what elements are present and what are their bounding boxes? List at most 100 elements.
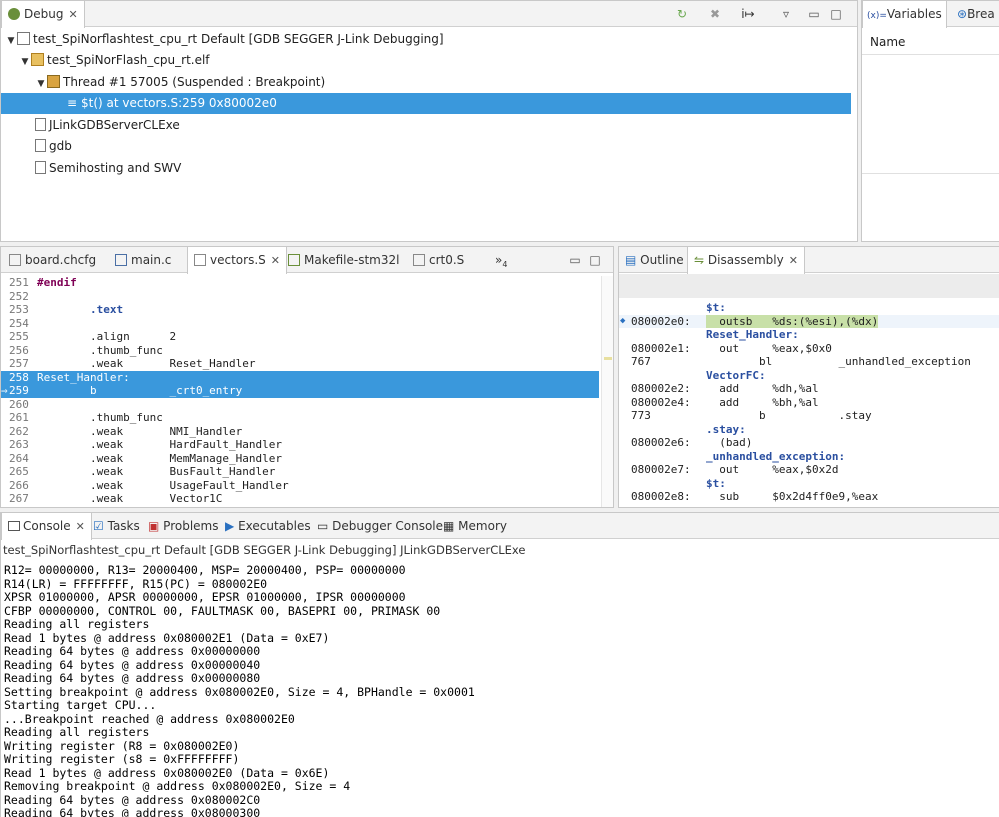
disassembly-icon: ⇋	[694, 253, 705, 267]
console-line: Starting target CPU...	[4, 698, 157, 712]
code-line: 267 .weak Vector1C	[9, 492, 223, 505]
breakpoints-icon: ⊛	[957, 7, 968, 21]
console-line: Reading 64 bytes @ address 0x00000000	[4, 644, 261, 658]
file-icon	[9, 254, 21, 266]
disassembly-content[interactable]: $t: ◆ 080002e0: outsb %ds:(%esi),(%dx) Re…	[619, 301, 999, 507]
disasm-line: .stay:	[706, 422, 746, 436]
code-line: 260	[9, 397, 29, 411]
console-text: R12= 00000000, R13= 20000400, MSP= 20000…	[4, 563, 475, 817]
tab-label: Disassembly	[707, 253, 784, 267]
disasm-line: 080002e8: sub $0x2d4ff0e9,%eax	[631, 490, 879, 503]
memory-icon: ▦	[443, 519, 455, 533]
tab-label: Console	[23, 519, 71, 533]
disconnect-icon[interactable]: ✖	[706, 5, 724, 23]
view-menu-icon[interactable]: ▿	[777, 5, 795, 23]
tab-label: Memory	[458, 519, 507, 533]
tab-crt0-s[interactable]: crt0.S	[407, 247, 470, 273]
tab-problems[interactable]: ▣ Problems	[142, 513, 224, 539]
tasks-icon: ☑	[93, 519, 104, 533]
tree-item-label: test_SpiNorFlash_cpu_rt.elf	[47, 53, 210, 67]
instruction-stepping-icon[interactable]: i↦	[739, 5, 757, 23]
process-icon	[35, 139, 46, 152]
variables-divider	[862, 173, 999, 174]
console-line: Reading 64 bytes @ address 0x080002C0	[4, 792, 261, 807]
chevron-down-icon[interactable]: ▼	[5, 31, 17, 52]
tree-item-semihosting[interactable]: Semihosting and SWV	[1, 158, 855, 179]
tab-debugger-console[interactable]: ▭ Debugger Console	[311, 513, 449, 539]
disassembly-view: ▤ Outline ⇋ Disassembly ✕ $t: ◆ 080002e0: …	[618, 246, 999, 508]
tree-item-label: gdb	[49, 139, 72, 153]
tab-label: main.c	[131, 253, 172, 267]
close-icon[interactable]: ✕	[76, 514, 85, 540]
overview-ruler[interactable]	[601, 276, 613, 507]
console-line: Writing register (R8 = 0x080002E0)	[4, 738, 240, 753]
problems-icon: ▣	[148, 519, 160, 533]
code-area[interactable]: 251 #endif 252 253 .text 254 255 .align 2…	[1, 276, 599, 507]
console-line: Read 1 bytes @ address 0x080002E1 (Data …	[4, 630, 330, 645]
tab-tasks[interactable]: ☑ Tasks	[87, 513, 146, 539]
c-app-icon	[17, 32, 30, 45]
console-line: ...Breakpoint reached @ address 0x080002…	[4, 711, 295, 726]
tab-label: board.chcfg	[25, 253, 97, 267]
executables-icon: ▶	[225, 519, 235, 533]
minimize-icon[interactable]: ▭	[566, 251, 584, 269]
ruler-marker[interactable]	[604, 357, 612, 360]
tab-main-c[interactable]: main.c	[109, 247, 177, 273]
minimize-icon[interactable]: ▭	[805, 5, 823, 23]
column-name-label: Name	[870, 35, 906, 49]
tree-item-elf[interactable]: ▼ test_SpiNorFlash_cpu_rt.elf	[1, 50, 855, 71]
code-line: 254	[9, 316, 29, 330]
variables-icon: (x)=	[867, 11, 887, 21]
tree-item-launch[interactable]: ▼ test_SpiNorflashtest_cpu_rt Default [GD…	[1, 29, 855, 50]
c-file-icon	[115, 254, 127, 266]
tree-item-gdb[interactable]: gdb	[1, 136, 855, 157]
console-line: XPSR 01000000, APSR 00000000, EPSR 01000…	[4, 590, 406, 604]
asm-file-icon	[413, 254, 425, 266]
tree-item-jlink[interactable]: JLinkGDBServerCLExe	[1, 115, 855, 136]
editor-area: board.chcfg main.c vectors.S ✕ Makefile-s…	[0, 246, 614, 508]
tree-item-thread[interactable]: ▼ Thread #1 57005 (Suspended : Breakpoint…	[1, 72, 855, 93]
close-icon[interactable]: ✕	[271, 248, 280, 274]
tab-vectors-s[interactable]: vectors.S ✕	[187, 247, 287, 274]
console-line: Reading 64 bytes @ address 0x00000040	[4, 657, 261, 672]
overflow-count: 4	[502, 260, 508, 269]
close-icon[interactable]: ✕	[68, 2, 77, 28]
instruction-pointer-icon: ◆	[620, 315, 626, 326]
console-view: Console ✕ ☑ Tasks ▣ Problems ▶ Executable…	[0, 512, 999, 817]
tab-label: Outline	[640, 253, 684, 267]
maximize-icon[interactable]: □	[586, 251, 604, 269]
console-output[interactable]: R12= 00000000, R13= 20000400, MSP= 20000…	[1, 558, 999, 817]
code-line: 265 .weak BusFault_Handler	[9, 465, 276, 478]
tree-item-label: test_SpiNorflashtest_cpu_rt Default [GDB…	[33, 32, 444, 46]
console-line: Reading 64 bytes @ address 0x00000080	[4, 671, 261, 685]
tab-memory[interactable]: ▦ Memory	[437, 513, 513, 539]
tab-disassembly[interactable]: ⇋ Disassembly ✕	[687, 247, 805, 274]
tab-console[interactable]: Console ✕	[1, 513, 92, 540]
console-title: test_SpiNorflashtest_cpu_rt Default [GDB…	[3, 543, 526, 557]
tab-board-chcfg[interactable]: board.chcfg	[3, 247, 102, 273]
code-line: 251 #endif	[9, 276, 77, 289]
tab-breakpoints[interactable]: ⊛Brea	[954, 1, 998, 27]
step-return-icon[interactable]: ↻	[673, 5, 691, 23]
tree-item-stack-frame[interactable]: ≡ $t() at vectors.S:259 0x80002e0	[1, 93, 851, 114]
code-line-current: ⇒ 259 b _crt0_entry	[1, 384, 599, 398]
tab-makefile[interactable]: Makefile-stm32l	[282, 247, 405, 273]
maximize-icon[interactable]: □	[827, 5, 845, 23]
tab-debug[interactable]: Debug ✕	[1, 1, 85, 28]
makefile-icon	[288, 254, 300, 266]
debug-tabbar: Debug ✕ ↻ ✖ i↦ ▿ ▭ □	[1, 1, 857, 28]
asm-file-icon	[194, 254, 206, 266]
code-line: 257 .weak Reset_Handler	[9, 357, 256, 370]
tab-outline[interactable]: ▤ Outline	[619, 247, 690, 273]
process-icon	[31, 53, 44, 66]
tab-variables[interactable]: (x)=Variables	[862, 1, 947, 28]
close-icon[interactable]: ✕	[789, 248, 798, 274]
tab-overflow[interactable]: »4	[489, 247, 513, 273]
chevron-down-icon[interactable]: ▼	[35, 74, 47, 95]
chevron-down-icon[interactable]: ▼	[19, 52, 31, 73]
tab-executables[interactable]: ▶ Executables	[219, 513, 317, 539]
variables-column-header[interactable]: Name	[862, 29, 999, 55]
code-line: 253 .text	[9, 303, 124, 316]
tree-item-label: $t() at vectors.S:259 0x80002e0	[81, 96, 277, 110]
console-line: Reading 64 bytes @ address 0x08000300	[4, 806, 261, 817]
